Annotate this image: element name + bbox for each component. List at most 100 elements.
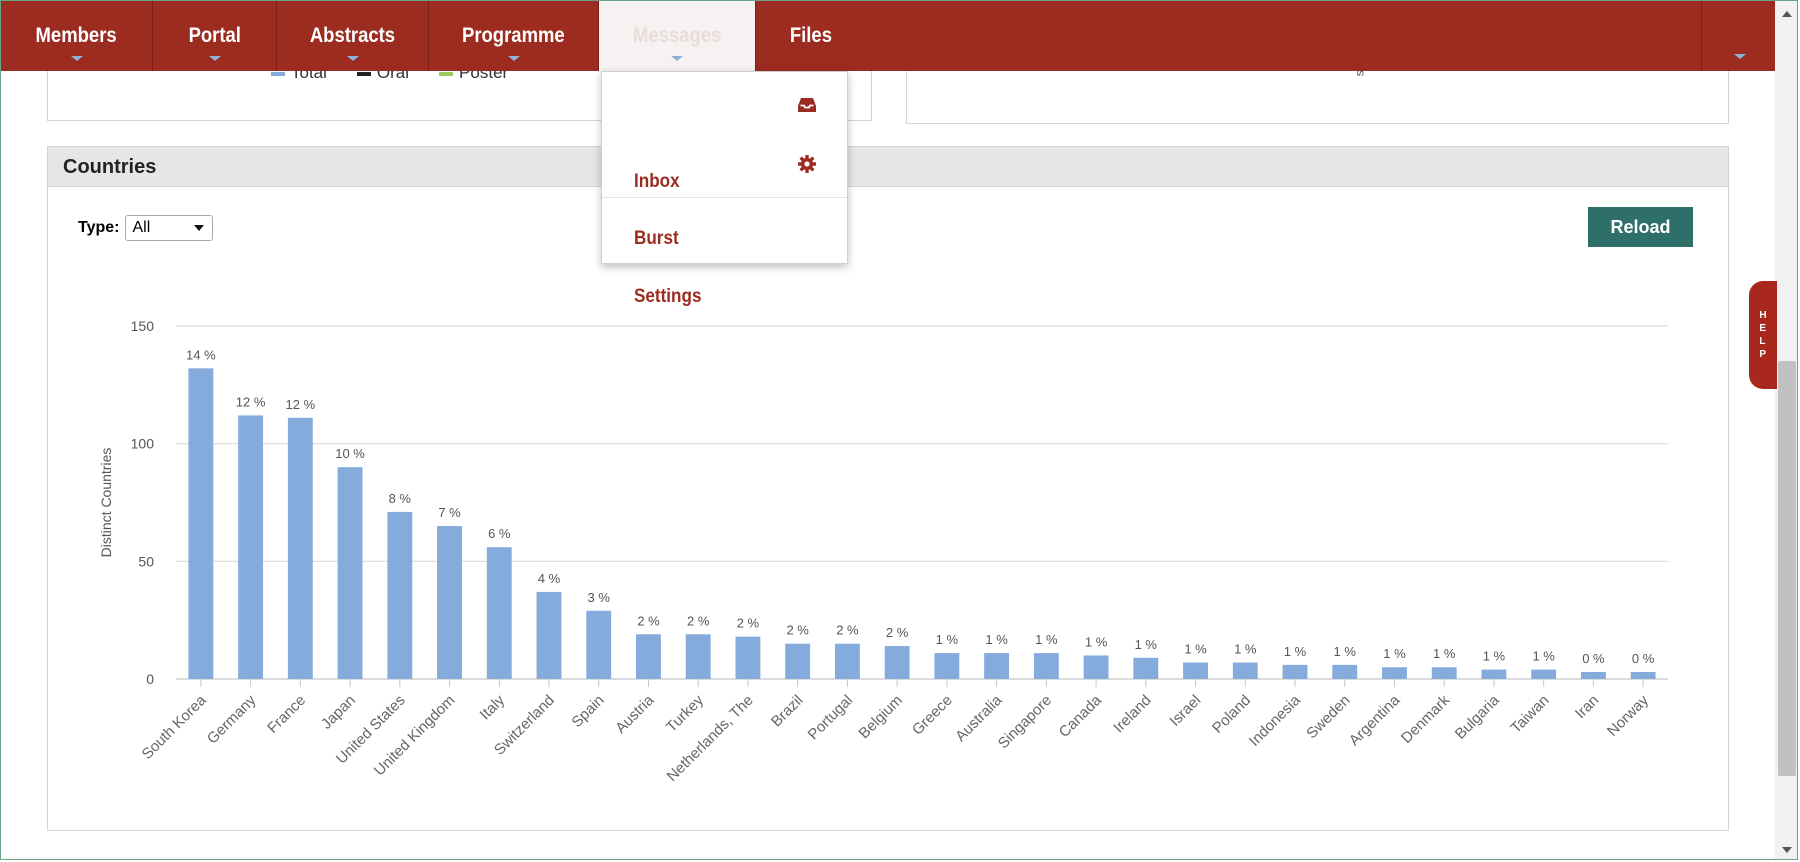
chevron-down-icon bbox=[671, 56, 683, 61]
chevron-down-icon bbox=[507, 56, 520, 61]
nav-abstracts[interactable]: Abstracts bbox=[277, 1, 429, 71]
x-tick-label: Belgium bbox=[856, 692, 906, 742]
chart-bar bbox=[735, 636, 761, 679]
chart-bar bbox=[287, 417, 313, 679]
data-label: 1 % bbox=[1284, 644, 1307, 659]
chart-bar bbox=[337, 467, 363, 679]
help-letter: H bbox=[1759, 310, 1767, 321]
help-letter: E bbox=[1759, 323, 1767, 334]
nav-label: Files bbox=[789, 24, 833, 47]
nav-messages[interactable]: Messages bbox=[599, 1, 756, 71]
data-label: 1 % bbox=[1135, 637, 1158, 652]
x-tick-label: Israel bbox=[1166, 692, 1204, 730]
scroll-down-icon[interactable] bbox=[1782, 847, 1792, 853]
chevron-down-icon bbox=[70, 56, 83, 61]
scroll-up-icon[interactable] bbox=[1782, 11, 1792, 17]
data-label: 2 % bbox=[886, 625, 909, 640]
menu-item-burst[interactable]: Burst bbox=[602, 214, 847, 264]
y-axis-label: Distinct Countries bbox=[98, 448, 114, 558]
x-tick-label: Italy bbox=[477, 691, 509, 723]
chart-bar bbox=[636, 634, 661, 679]
x-tick-label: Sweden bbox=[1303, 692, 1353, 742]
menu-item-label: Burst bbox=[634, 228, 679, 249]
data-label: 1 % bbox=[1035, 632, 1058, 647]
nav-more[interactable] bbox=[1701, 1, 1776, 71]
nav-label: Portal bbox=[188, 24, 241, 47]
chart-bar bbox=[1481, 669, 1507, 679]
data-label: 2 % bbox=[836, 623, 859, 638]
x-tick-label: South Korea bbox=[139, 691, 210, 762]
countries-panel: Countries Type: All Reload 0 50 100 150 Dist… bbox=[47, 146, 1729, 831]
menu-item-settings[interactable]: Settings bbox=[602, 272, 847, 322]
nav-label: Programme bbox=[462, 24, 565, 47]
chart-bar bbox=[1580, 671, 1606, 679]
data-label: 1 % bbox=[1085, 634, 1108, 649]
data-label: 1 % bbox=[1532, 649, 1555, 664]
chart-bar bbox=[1033, 653, 1059, 679]
x-tick-label: Poland bbox=[1209, 692, 1254, 737]
data-label: 10 % bbox=[335, 446, 365, 461]
chevron-down-icon bbox=[346, 56, 359, 61]
nav-members[interactable]: Members bbox=[1, 1, 153, 71]
nav-label: Abstracts bbox=[309, 24, 396, 47]
y-tick-label: 50 bbox=[138, 553, 154, 569]
x-tick-label: Bulgaria bbox=[1452, 691, 1503, 742]
x-tick-label: Indonesia bbox=[1246, 691, 1304, 749]
x-tick-label: Netherlands, The bbox=[664, 692, 757, 785]
nav-files[interactable]: Files bbox=[756, 1, 866, 71]
chart-bar bbox=[984, 653, 1010, 679]
data-label: 1 % bbox=[1334, 644, 1357, 659]
chart-bar bbox=[387, 511, 413, 679]
chart-bar bbox=[1083, 655, 1109, 679]
data-label: 1 % bbox=[1483, 649, 1506, 664]
data-label: 1 % bbox=[1234, 642, 1257, 657]
messages-dropdown: Inbox Burst Settings bbox=[601, 71, 848, 307]
nav-label: Members bbox=[35, 24, 118, 47]
data-label: 2 % bbox=[737, 616, 760, 631]
chevron-down-icon bbox=[1734, 54, 1746, 59]
chart-bar bbox=[685, 634, 711, 679]
x-tick-label: Denmark bbox=[1398, 691, 1453, 746]
x-tick-label: France bbox=[264, 692, 309, 737]
nav-label: Messages bbox=[632, 24, 722, 47]
x-tick-label: Argentina bbox=[1346, 691, 1404, 749]
data-label: 2 % bbox=[786, 623, 809, 638]
chart-bar bbox=[785, 643, 811, 679]
scrollbar[interactable] bbox=[1775, 1, 1797, 859]
chart-bar bbox=[884, 646, 910, 679]
data-label: 14 % bbox=[186, 347, 216, 362]
data-label: 0 % bbox=[1582, 651, 1605, 666]
data-label: 2 % bbox=[637, 613, 660, 628]
x-tick-label: Norway bbox=[1604, 691, 1652, 739]
chart-bar bbox=[1382, 667, 1407, 679]
top-navbar: Members Portal Abstracts Programme Messa… bbox=[1, 1, 1775, 71]
help-letter: L bbox=[1759, 336, 1766, 347]
menu-item-label: Inbox bbox=[634, 171, 680, 192]
scrollbar-thumb[interactable] bbox=[1778, 361, 1796, 776]
chart-bar bbox=[188, 368, 214, 679]
x-tick-label: Portugal bbox=[805, 692, 857, 744]
data-label: 12 % bbox=[286, 397, 316, 412]
chart-bar bbox=[238, 415, 264, 679]
data-label: 1 % bbox=[985, 632, 1008, 647]
chart-bar bbox=[934, 653, 960, 679]
y-tick-label: 0 bbox=[146, 671, 154, 687]
data-label: 1 % bbox=[936, 632, 959, 647]
chart-bar bbox=[437, 526, 462, 679]
data-label: 1 % bbox=[1184, 642, 1207, 657]
data-label: 1 % bbox=[1433, 646, 1456, 661]
x-tick-label: Taiwan bbox=[1507, 692, 1552, 737]
data-label: 6 % bbox=[488, 526, 511, 541]
data-label: 4 % bbox=[538, 571, 561, 586]
x-tick-label: Austria bbox=[612, 691, 657, 736]
chart-bar bbox=[1282, 664, 1308, 679]
nav-portal[interactable]: Portal bbox=[153, 1, 277, 71]
x-tick-label: Singapore bbox=[995, 692, 1055, 752]
data-label: 7 % bbox=[438, 505, 461, 520]
data-label: 2 % bbox=[687, 613, 710, 628]
help-tab[interactable]: HELP bbox=[1749, 281, 1777, 389]
x-tick-label: Japan bbox=[318, 692, 359, 733]
x-tick-label: Canada bbox=[1056, 691, 1106, 741]
nav-programme[interactable]: Programme bbox=[429, 1, 599, 71]
chart-bar bbox=[1133, 657, 1159, 679]
